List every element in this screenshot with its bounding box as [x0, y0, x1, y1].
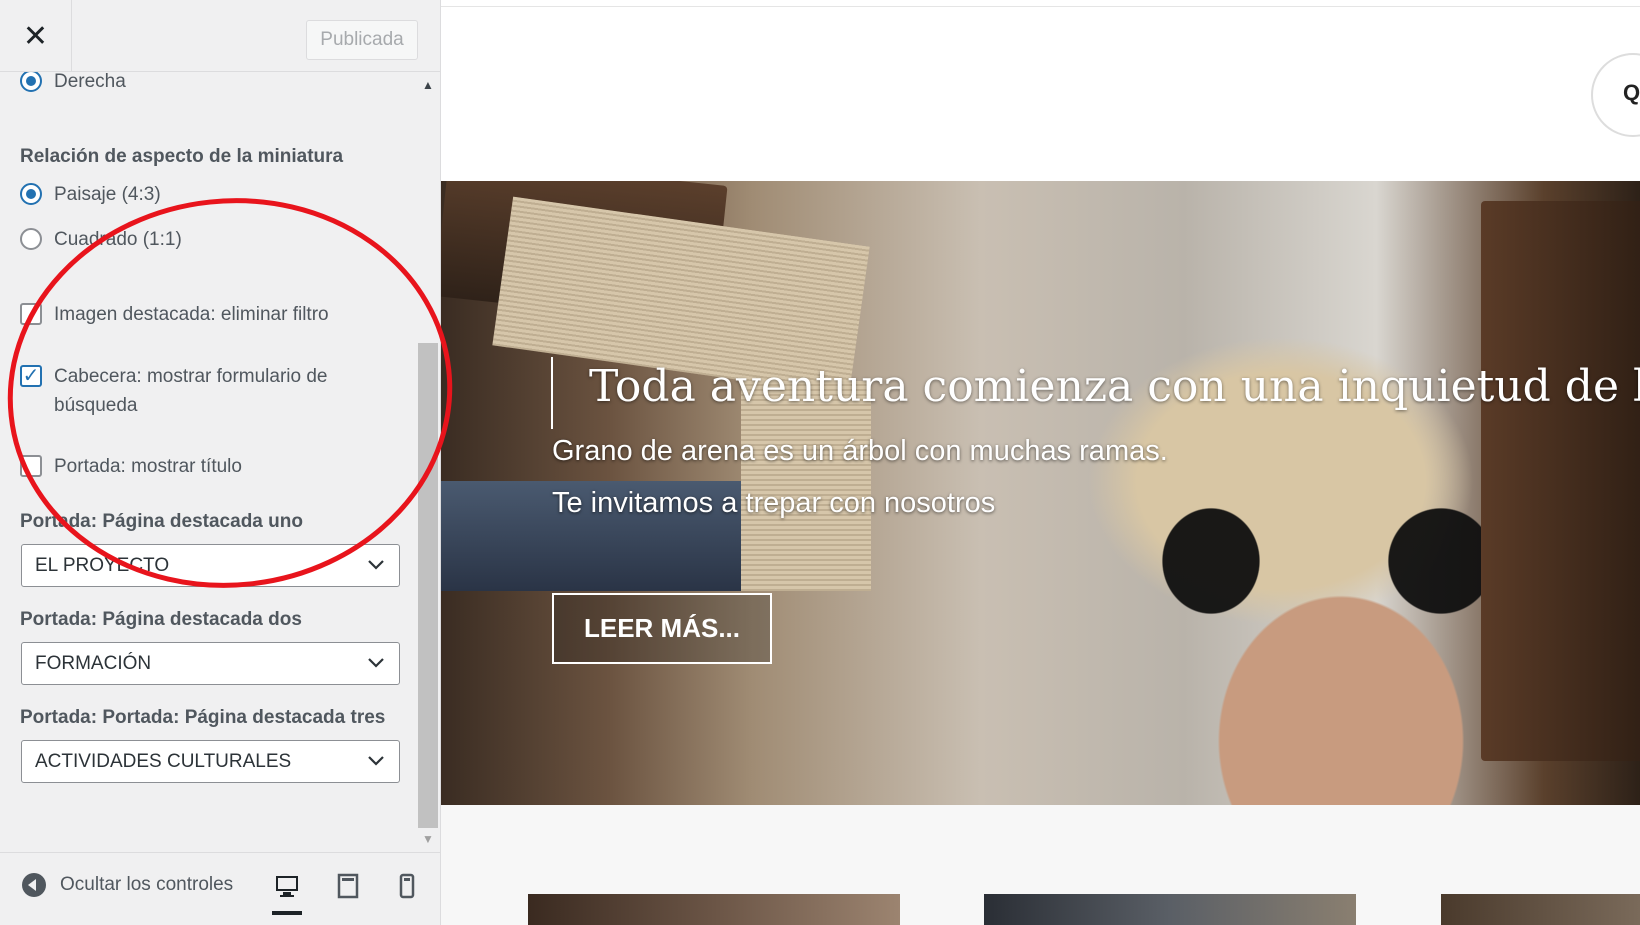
radio-label: Paisaje (4:3) — [54, 184, 161, 205]
tablet-preview-button[interactable] — [333, 871, 363, 901]
sidebar-footer: Ocultar los controles — [0, 852, 440, 925]
book-stack-image — [1481, 201, 1640, 761]
radio-button-checked[interactable] — [20, 72, 42, 92]
radio-label: Derecha — [54, 72, 126, 92]
customizer-sidebar: ✕ Publicada Derecha Relación de aspecto … — [0, 0, 441, 925]
checkbox-checked[interactable]: ✓ — [20, 365, 42, 387]
chevron-down-icon — [368, 560, 384, 570]
sidebar-header: ✕ Publicada — [0, 0, 440, 72]
scroll-up-arrow-icon[interactable]: ▲ — [422, 78, 434, 92]
radio-option-derecha[interactable]: Derecha — [20, 72, 126, 96]
featured-one-select[interactable]: EL PROYECTO — [21, 544, 400, 587]
hero-title: Toda aventura comienza con una inquietud… — [589, 361, 1640, 412]
scroll-down-arrow-icon[interactable]: ▼ — [422, 832, 434, 846]
mobile-preview-button[interactable] — [392, 871, 422, 901]
featured-two-label: Portada: Página destacada dos — [20, 609, 302, 630]
aspect-ratio-title: Relación de aspecto de la miniatura — [20, 146, 344, 167]
checkmark-icon: ✓ — [22, 365, 40, 387]
search-icon: Q — [1623, 80, 1640, 105]
featured-card-image[interactable] — [528, 894, 900, 925]
desktop-preview-button[interactable] — [272, 871, 302, 915]
sidebar-content: Derecha Relación de aspecto de la miniat… — [0, 72, 440, 852]
divider — [441, 6, 1640, 7]
featured-one-label: Portada: Página destacada uno — [20, 511, 303, 532]
hero-banner: Toda aventura comienza con una inquietud… — [441, 181, 1640, 805]
tablet-icon — [337, 873, 359, 899]
radio-button-checked[interactable] — [20, 183, 42, 205]
featured-card-image[interactable] — [984, 894, 1356, 925]
mobile-icon — [399, 873, 415, 899]
checkbox-featured-image-filter[interactable]: Imagen destacada: eliminar filtro — [20, 300, 329, 329]
featured-two-select[interactable]: FORMACIÓN — [21, 642, 400, 685]
featured-card-image[interactable] — [1441, 894, 1640, 925]
publish-button[interactable]: Publicada — [306, 20, 418, 60]
close-button[interactable]: ✕ — [0, 0, 72, 72]
select-value: FORMACIÓN — [35, 652, 152, 674]
radio-option-landscape[interactable]: Paisaje (4:3) — [20, 180, 161, 209]
chevron-down-icon — [368, 756, 384, 766]
hide-controls-button[interactable]: Ocultar los controles — [22, 873, 233, 897]
read-more-button[interactable]: LEER MÁS... — [552, 593, 772, 664]
radio-label: Cuadrado (1:1) — [54, 229, 182, 250]
desktop-icon — [276, 876, 298, 897]
hero-subtitle-1: Grano de arena es un árbol con muchas ra… — [552, 435, 1168, 467]
customizer-window: ✕ Publicada Derecha Relación de aspecto … — [0, 0, 1640, 925]
hide-controls-label: Ocultar los controles — [60, 874, 234, 895]
close-icon: ✕ — [22, 19, 49, 53]
featured-three-select[interactable]: ACTIVIDADES CULTURALES — [21, 740, 400, 783]
hero-subtitle-2: Te invitamos a trepar con nosotros — [552, 487, 996, 519]
checkbox-label: Imagen destacada: eliminar filtro — [54, 304, 329, 325]
select-value: ACTIVIDADES CULTURALES — [35, 750, 292, 772]
select-value: EL PROYECTO — [35, 554, 170, 576]
collapse-arrow-icon — [22, 873, 46, 897]
chevron-down-icon — [368, 658, 384, 668]
radio-option-square[interactable]: Cuadrado (1:1) — [20, 225, 182, 254]
site-preview: Q Toda aventura comienza con una inquiet… — [441, 0, 1640, 925]
radio-button[interactable] — [20, 228, 42, 250]
featured-three-label: Portada: Portada: Página destacada tres — [20, 707, 386, 728]
checkbox-home-show-title[interactable]: Portada: mostrar título — [20, 452, 242, 481]
scrollbar-thumb[interactable] — [418, 343, 438, 828]
checkbox[interactable] — [20, 303, 42, 325]
checkbox-label: Portada: mostrar título — [54, 456, 242, 477]
book-pages-image — [741, 381, 871, 591]
checkbox-label: Cabecera: mostrar formulario de búsqueda — [54, 366, 328, 416]
checkbox[interactable] — [20, 455, 42, 477]
checkbox-header-search-form[interactable]: ✓ Cabecera: mostrar formulario de búsque… — [20, 362, 350, 420]
featured-pages-section — [441, 805, 1640, 925]
title-accent-line — [551, 357, 553, 429]
